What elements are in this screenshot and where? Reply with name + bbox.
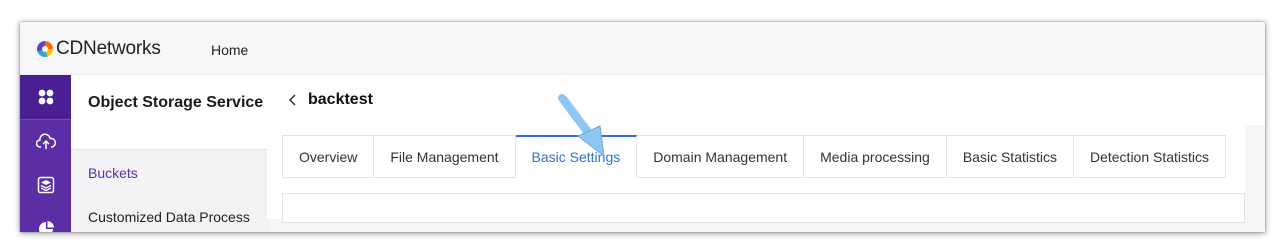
cloud-upload-icon <box>35 132 56 149</box>
tab-bar: Overview File Management Basic Settings … <box>282 135 1227 178</box>
rail-item-dashboard[interactable] <box>20 75 71 119</box>
tab-basic-statistics[interactable]: Basic Statistics <box>946 135 1074 178</box>
icon-rail <box>20 75 71 232</box>
pie-chart-icon <box>38 221 54 232</box>
nav-home-link[interactable]: Home <box>211 42 248 58</box>
brand-logo[interactable]: CDNetworks <box>37 39 161 59</box>
page-title: backtest <box>308 91 373 108</box>
page-header: backtest <box>270 75 1265 125</box>
cdnetworks-logo-icon <box>37 41 53 57</box>
grid-icon <box>38 89 53 105</box>
tab-media-processing[interactable]: Media processing <box>804 135 947 178</box>
layers-icon <box>37 176 54 194</box>
top-bar: CDNetworks Home <box>20 22 1265 75</box>
secondary-menu: Object Storage Service Buckets Customize… <box>71 75 270 232</box>
submenu-title: Object Storage Service <box>71 75 270 150</box>
chevron-left-icon[interactable] <box>286 93 300 107</box>
tab-file-management[interactable]: File Management <box>374 135 516 178</box>
tab-domain-management[interactable]: Domain Management <box>637 135 805 178</box>
pointer-arrow-icon <box>558 94 605 158</box>
tab-overview[interactable]: Overview <box>282 135 375 178</box>
rail-item-upload[interactable] <box>20 119 71 163</box>
tab-content-panel <box>282 193 1245 223</box>
rail-item-statistics[interactable] <box>20 207 71 232</box>
submenu-item-buckets[interactable]: Buckets <box>88 165 138 181</box>
rail-item-storage[interactable] <box>20 163 71 207</box>
tab-detection-statistics[interactable]: Detection Statistics <box>1073 135 1227 178</box>
submenu-item-customized-data-process[interactable]: Customized Data Process <box>88 209 250 225</box>
brand-name: CDNetworks <box>56 38 161 59</box>
